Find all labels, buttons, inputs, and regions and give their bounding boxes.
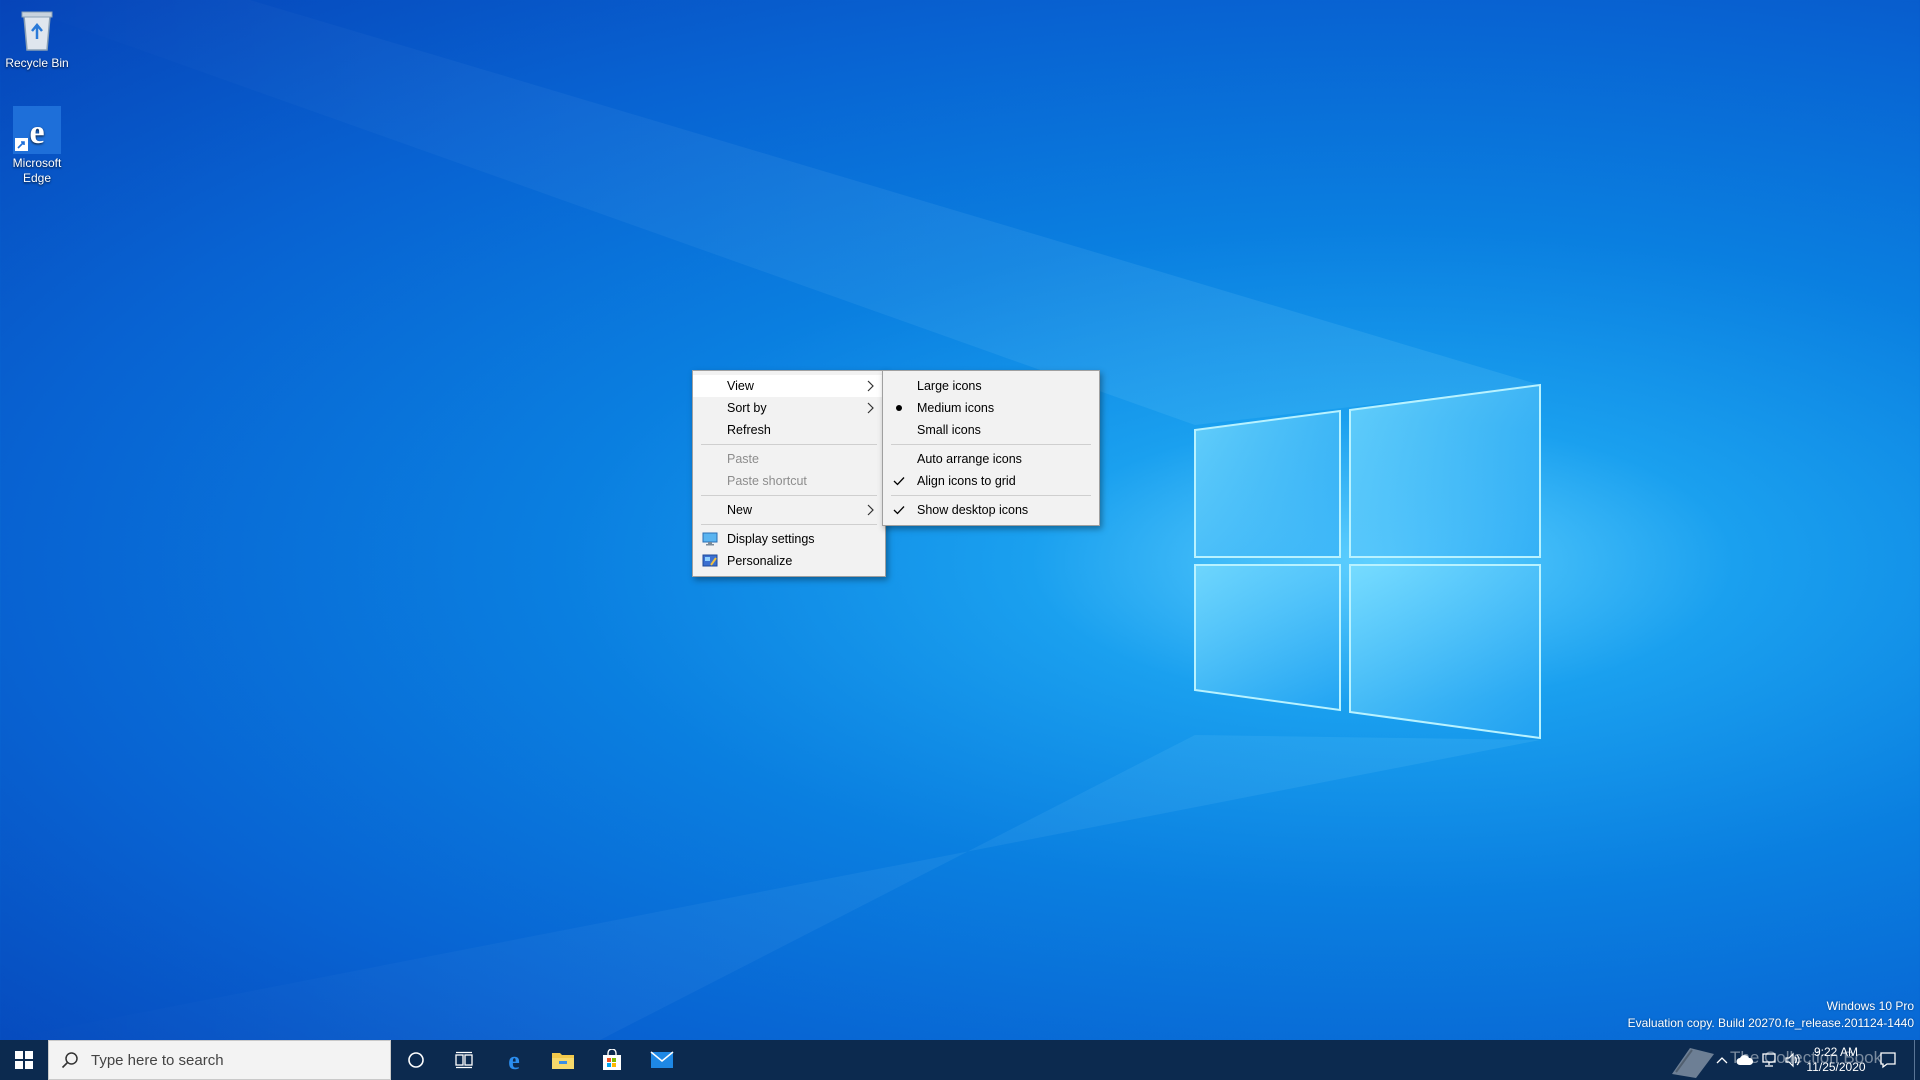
menu-separator: [891, 444, 1091, 445]
taskbar-search-box[interactable]: [48, 1040, 391, 1080]
watermark-build: Evaluation copy. Build 20270.fe_release.…: [1627, 1016, 1914, 1030]
menu-item-personalize[interactable]: Personalize: [693, 550, 885, 572]
menu-item-sort-by[interactable]: Sort by: [693, 397, 885, 419]
menu-item-refresh[interactable]: Refresh: [693, 419, 885, 441]
task-view-button[interactable]: [440, 1040, 488, 1080]
windows-evaluation-watermark: Windows 10 Pro Evaluation copy. Build 20…: [1628, 998, 1914, 1032]
menu-item-label: Refresh: [727, 423, 771, 437]
desktop-icon-label: Recycle Bin: [5, 56, 69, 70]
chevron-right-icon: [867, 504, 874, 516]
taskbar-store-button[interactable]: [588, 1040, 636, 1080]
bullet-icon: [891, 397, 907, 419]
chevron-right-icon: [867, 380, 874, 392]
desktop-icon-microsoft-edge[interactable]: e Microsoft Edge: [0, 106, 74, 186]
taskbar: e: [0, 1040, 1920, 1080]
edge-icon: e: [508, 1048, 520, 1072]
menu-item-paste: Paste: [693, 448, 885, 470]
taskbar-file-explorer-button[interactable]: [539, 1040, 587, 1080]
desktop-icon-recycle-bin[interactable]: Recycle Bin: [0, 6, 74, 71]
menu-item-label: View: [727, 379, 754, 393]
menu-item-label: Paste shortcut: [727, 474, 807, 488]
menu-item-label: Small icons: [917, 423, 981, 437]
search-icon: [61, 1052, 78, 1069]
mail-icon: [650, 1051, 674, 1068]
taskbar-mail-button[interactable]: [638, 1040, 686, 1080]
menu-separator: [701, 524, 877, 525]
show-desktop-button[interactable]: [1914, 1040, 1920, 1080]
search-input[interactable]: [89, 1050, 373, 1070]
site-watermark-text: The Collection Book: [1730, 1048, 1883, 1067]
personalize-icon: [702, 554, 718, 567]
menu-item-label: Personalize: [727, 554, 793, 568]
cortana-icon: [408, 1052, 424, 1068]
start-button[interactable]: [0, 1040, 48, 1080]
menu-item-label: Large icons: [917, 379, 982, 393]
menu-item-label: Medium icons: [917, 401, 995, 415]
menu-item-label: Align icons to grid: [917, 474, 1016, 488]
checkmark-icon: [891, 499, 907, 521]
menu-item-label: Display settings: [727, 532, 815, 546]
menu-separator: [891, 495, 1091, 496]
taskbar-edge-button[interactable]: e: [490, 1040, 538, 1080]
menu-item-label: Show desktop icons: [917, 503, 1029, 517]
chevron-right-icon: [867, 402, 874, 414]
menu-item-align-icons-to-grid[interactable]: Align icons to grid: [883, 470, 1099, 492]
menu-separator: [701, 495, 877, 496]
windows-logo-icon: [15, 1051, 33, 1069]
menu-item-auto-arrange-icons[interactable]: Auto arrange icons: [883, 448, 1099, 470]
book-watermark-icon: [1672, 1048, 1714, 1078]
edge-shortcut-icon: e: [13, 106, 61, 154]
file-explorer-icon: [552, 1053, 574, 1069]
watermark-edition: Windows 10 Pro: [1826, 999, 1914, 1013]
view-submenu: Large icons Medium icons Small icons Aut…: [882, 370, 1100, 526]
menu-item-label: New: [727, 503, 753, 517]
menu-item-small-icons[interactable]: Small icons: [883, 419, 1099, 441]
cortana-button[interactable]: [392, 1040, 440, 1080]
menu-item-new[interactable]: New: [693, 499, 885, 521]
menu-item-large-icons[interactable]: Large icons: [883, 375, 1099, 397]
checkmark-icon: [891, 470, 907, 492]
menu-item-view[interactable]: View: [693, 375, 885, 397]
svg-text:e: e: [29, 114, 44, 151]
menu-item-show-desktop-icons[interactable]: Show desktop icons: [883, 499, 1099, 521]
menu-item-label: Auto arrange icons: [917, 452, 1022, 466]
menu-item-paste-shortcut: Paste shortcut: [693, 470, 885, 492]
menu-item-label: Paste: [727, 452, 759, 466]
svg-text:e: e: [508, 1048, 520, 1072]
store-icon: [603, 1049, 621, 1070]
menu-separator: [701, 444, 877, 445]
menu-item-label: Sort by: [727, 401, 767, 415]
display-settings-icon: [702, 532, 718, 546]
desktop-context-menu: View Sort by Refresh Paste Paste shortcu…: [692, 370, 886, 577]
task-view-icon: [455, 1051, 473, 1069]
desktop-icon-label: Microsoft Edge: [12, 156, 62, 185]
menu-item-medium-icons[interactable]: Medium icons: [883, 397, 1099, 419]
menu-item-display-settings[interactable]: Display settings: [693, 528, 885, 550]
recycle-bin-icon: [13, 6, 61, 54]
desktop-wallpaper: [0, 0, 1541, 1040]
